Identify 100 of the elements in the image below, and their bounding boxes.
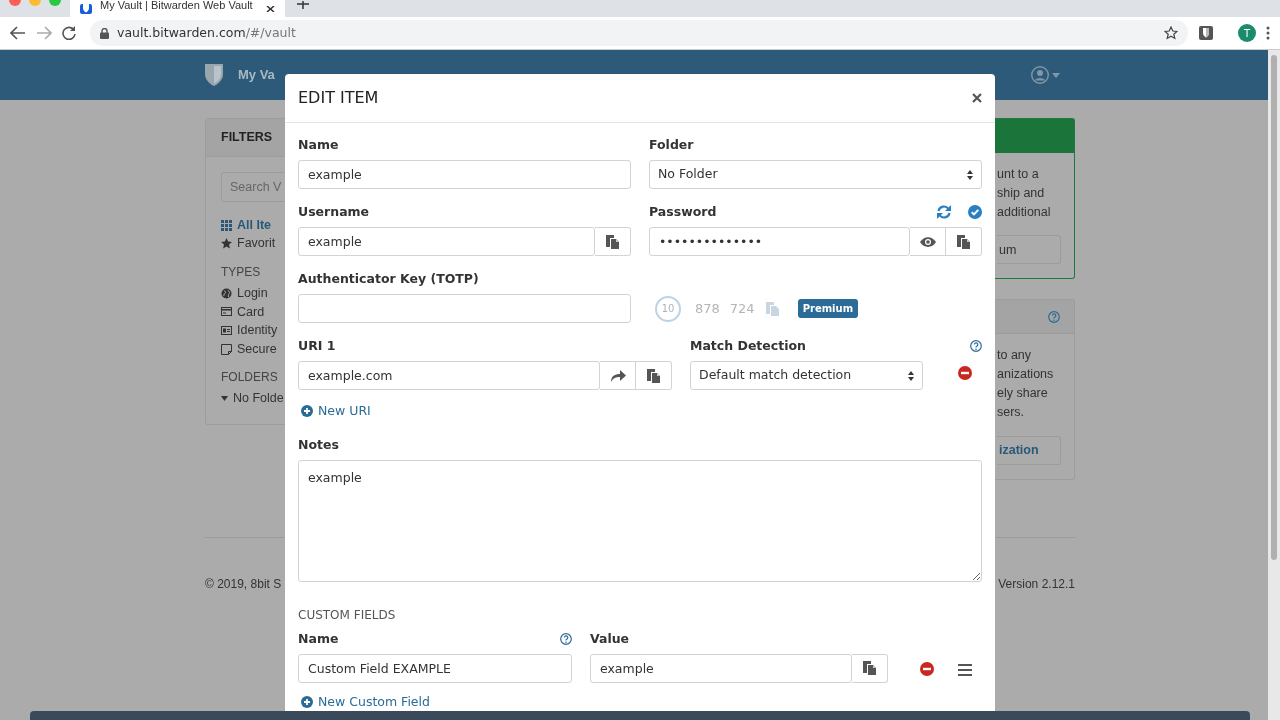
new-tab-icon[interactable]	[297, 1, 309, 9]
url-text: vault.bitwarden.com/#/vault	[117, 23, 296, 42]
field-label: Notes	[298, 435, 339, 454]
filter-item[interactable]: Card	[221, 302, 285, 322]
folder-select[interactable]: No Folder	[649, 160, 982, 189]
filter-item[interactable]: Favorit	[221, 234, 285, 253]
copy-icon	[605, 233, 620, 250]
more-icon[interactable]	[1266, 26, 1270, 40]
field-label: Authenticator Key (TOTP)	[298, 269, 479, 288]
totp-code: 878	[695, 299, 720, 318]
help-icon[interactable]	[560, 632, 572, 645]
shield-icon[interactable]	[1198, 25, 1214, 41]
field-label: Folder	[649, 135, 694, 154]
refresh-icon[interactable]	[936, 205, 952, 219]
panel-header: FILTERS	[206, 119, 285, 157]
credit-card-icon	[221, 306, 232, 318]
card-text: ship and	[997, 184, 1046, 202]
custom-field-name[interactable]: Custom Field EXAMPLE	[298, 653, 572, 683]
eye-icon	[919, 236, 936, 247]
card-text: additional	[997, 203, 1052, 221]
username-field[interactable]: example	[298, 227, 595, 256]
field-label: URI 1	[298, 336, 336, 355]
browser-tab[interactable]: My Vault | Bitwarden Web Vault	[70, 0, 285, 17]
card-text: sers.	[997, 403, 1026, 421]
back-icon[interactable]	[10, 26, 26, 40]
star-icon	[221, 238, 232, 250]
new-uri-link[interactable]: New URI	[301, 402, 371, 421]
id-card-icon	[221, 324, 232, 336]
nav-link[interactable]: My Va	[238, 65, 275, 85]
scrollbar-thumb[interactable]	[1271, 55, 1277, 560]
remove-icon[interactable]	[958, 366, 972, 380]
close-icon[interactable]	[972, 93, 982, 103]
filter-item[interactable]: Login	[221, 283, 285, 303]
filter-item[interactable]: Identity	[221, 321, 285, 340]
plus-circle-icon	[301, 405, 313, 418]
section-heading: TYPES	[221, 263, 262, 281]
reload-icon[interactable]	[62, 26, 76, 40]
close-icon[interactable]	[266, 5, 275, 12]
password-field[interactable]: ••••••••••••••	[649, 227, 910, 256]
caret-icon	[1052, 72, 1060, 78]
field-label: Username	[298, 202, 370, 221]
share-arrow-icon	[609, 369, 626, 382]
totp-key-field[interactable]	[298, 294, 631, 323]
lock-icon	[100, 27, 109, 39]
remove-icon[interactable]	[920, 661, 934, 676]
copy-button[interactable]	[852, 653, 888, 683]
section-heading: CUSTOM FIELDS	[298, 606, 397, 624]
copy-button[interactable]	[946, 227, 982, 256]
help-icon[interactable]	[970, 340, 982, 352]
field-label: Name	[298, 135, 339, 154]
notes-field[interactable]: example	[298, 460, 982, 583]
version-text: Version 2.12.1	[998, 575, 1075, 593]
match-detection-select[interactable]: Default match detection	[690, 361, 923, 390]
countdown-timer: 10	[655, 295, 681, 322]
copy-icon	[764, 300, 780, 317]
select-arrows-icon	[908, 370, 914, 381]
name-field[interactable]: example	[298, 160, 631, 189]
card-text: to any	[997, 347, 1033, 365]
field-label: Name	[298, 629, 339, 648]
select-arrows-icon	[967, 169, 973, 180]
dialog-title: EDIT ITEM	[298, 87, 379, 109]
copy-icon	[646, 367, 661, 384]
section-heading: FOLDERS	[221, 369, 279, 387]
grid-icon	[221, 219, 232, 231]
premium-button[interactable]: um	[997, 235, 1061, 265]
address-bar[interactable]: vault.bitwarden.com/#/vault	[90, 20, 1188, 46]
show-password-button[interactable]	[910, 227, 946, 256]
star-icon[interactable]	[1164, 26, 1178, 40]
copy-button[interactable]	[636, 361, 672, 390]
copy-icon	[862, 660, 877, 677]
custom-field-value[interactable]: example	[590, 653, 852, 683]
organization-button[interactable]: ization	[997, 435, 1061, 465]
card-text: ely share	[997, 385, 1049, 402]
field-label: Value	[590, 629, 630, 648]
field-label: Match Detection	[690, 336, 806, 355]
globe-icon	[221, 287, 232, 299]
totp-code: 724	[729, 299, 755, 318]
filter-item[interactable]: All Ite	[221, 215, 285, 235]
field-label: Password	[649, 202, 717, 221]
premium-badge: Premium	[797, 299, 859, 318]
shield-logo-icon	[204, 63, 224, 87]
copyright-text: © 2019, 8bit S	[205, 575, 282, 593]
drag-handle-icon[interactable]	[958, 663, 972, 676]
copy-button[interactable]	[595, 227, 631, 256]
card-text: unt to a	[997, 166, 1040, 183]
card-text: anizations	[997, 366, 1055, 384]
new-custom-field-link[interactable]: New Custom Field	[301, 692, 430, 712]
launch-button[interactable]	[600, 361, 636, 390]
check-circle-icon[interactable]	[968, 205, 982, 219]
profile-avatar[interactable]: T	[1238, 24, 1256, 42]
folder-item[interactable]: No Folde	[221, 389, 285, 408]
shield-icon	[80, 3, 92, 14]
search-field[interactable]: Search V	[221, 171, 285, 202]
note-icon	[221, 343, 232, 355]
uri-field[interactable]: example.com	[298, 361, 600, 390]
filter-item[interactable]: Secure	[221, 339, 285, 359]
tab-title: My Vault | Bitwarden Web Vault	[100, 0, 254, 11]
plus-circle-icon	[301, 696, 313, 709]
copy-icon	[956, 233, 971, 250]
user-avatar-icon	[1031, 66, 1049, 84]
